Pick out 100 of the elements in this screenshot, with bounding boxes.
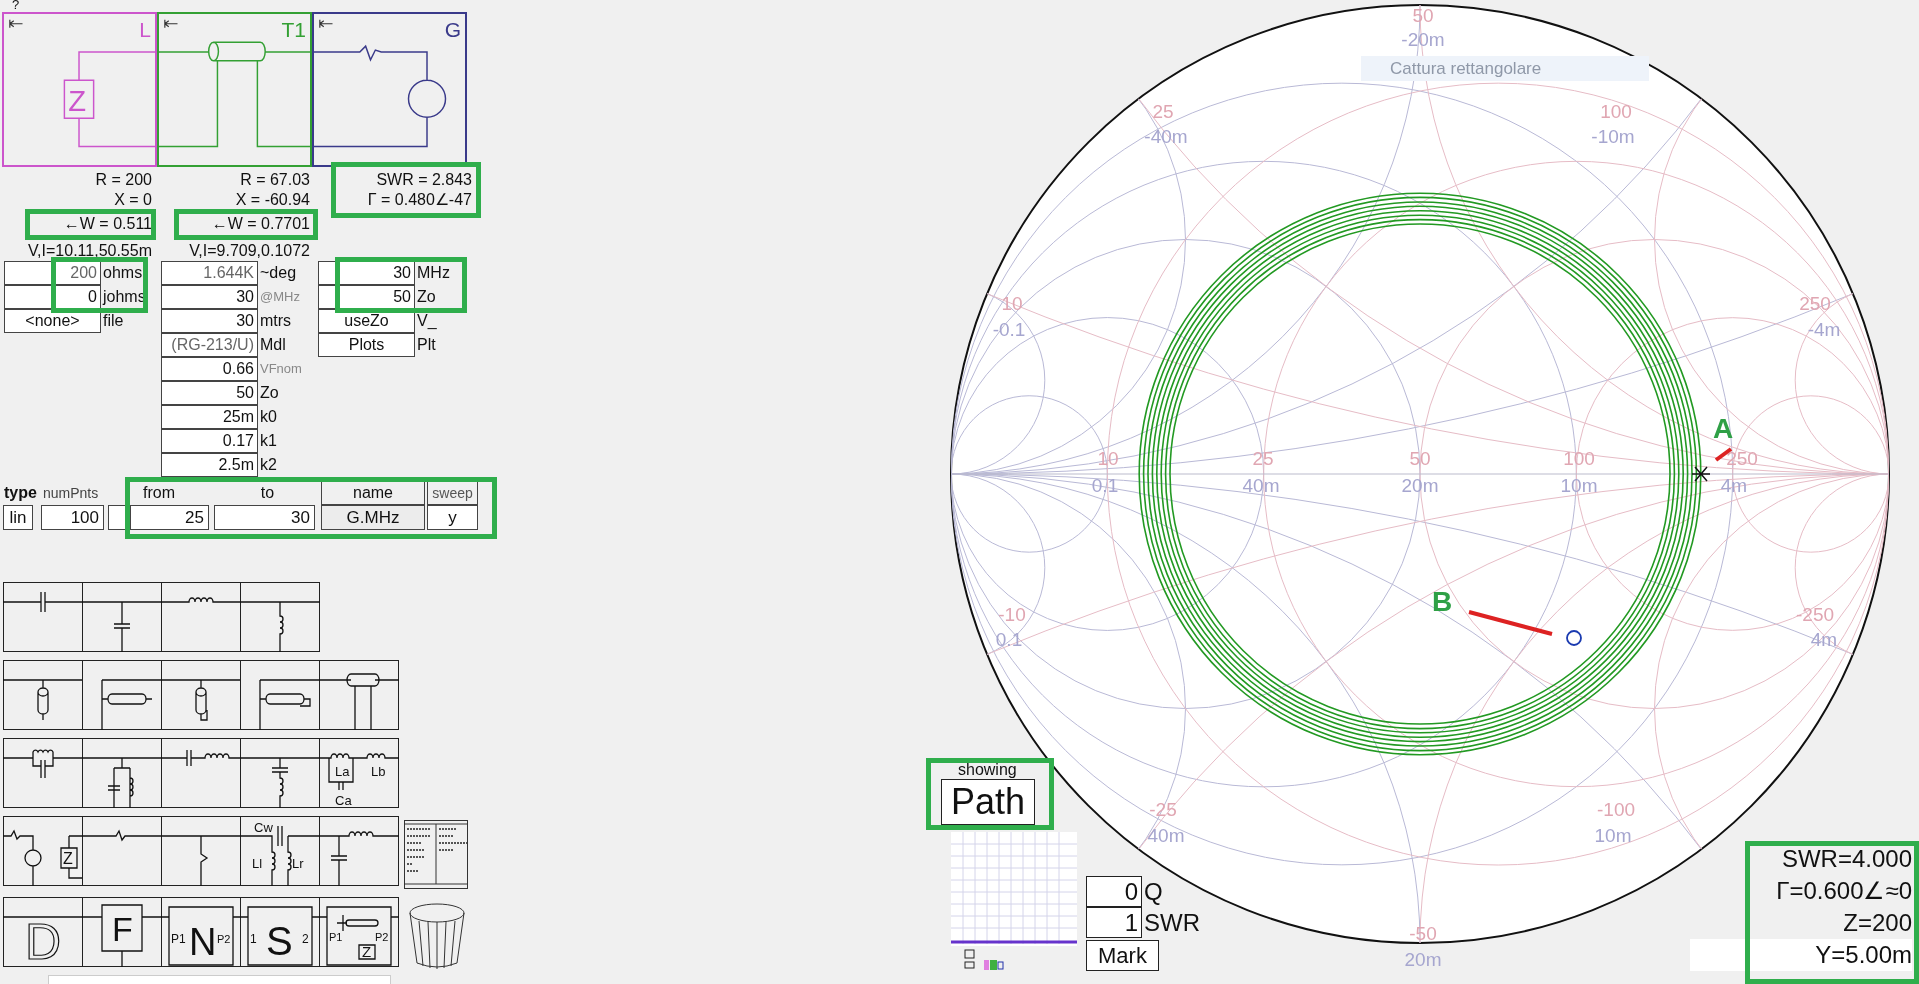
to-field[interactable]: 30 — [214, 505, 315, 530]
component-tile[interactable]: F — [82, 897, 162, 967]
type-field[interactable]: lin — [3, 505, 33, 530]
value-field[interactable]: 2.5m — [161, 453, 258, 477]
unit-label: VFnom — [259, 360, 303, 377]
component-tile[interactable] — [82, 660, 162, 730]
component-tile[interactable] — [240, 738, 320, 808]
from-label: from — [142, 484, 176, 501]
text-field[interactable] — [48, 975, 391, 984]
arrow-to-bar-icon[interactable] — [319, 19, 334, 29]
symbol-label: 1 — [250, 932, 257, 946]
value-field[interactable]: 0 — [4, 285, 101, 309]
block-label: L — [139, 18, 151, 42]
path-button[interactable]: Path — [941, 779, 1035, 825]
value-field[interactable]: (RG-213/U) — [161, 333, 258, 357]
circuit-block[interactable]: G — [312, 12, 467, 167]
value-field[interactable]: 50 — [318, 285, 415, 309]
name-field[interactable]: G.MHz — [321, 505, 425, 530]
component-tile[interactable] — [161, 738, 241, 808]
symbol-label: F — [112, 910, 133, 948]
component-tile[interactable] — [240, 660, 320, 730]
value-field[interactable]: 0 — [1086, 876, 1142, 907]
component-tile[interactable]: La Lb Ca — [319, 738, 399, 808]
symbol-label: Ca — [335, 793, 352, 808]
symbol-label: P2 — [217, 933, 231, 945]
unit-label: k0 — [259, 407, 278, 425]
component-tile[interactable] — [3, 660, 83, 730]
unit-label: file — [102, 311, 125, 329]
admittance-scale-label: 20m — [1404, 949, 1442, 970]
value-field[interactable]: 0.17 — [161, 429, 258, 453]
symbol-label: Z — [362, 943, 372, 960]
admittance-scale-label: 40m — [1242, 475, 1280, 496]
component-tile[interactable] — [3, 738, 83, 808]
admittance-scale-label: -40m — [1144, 126, 1188, 147]
component-tile[interactable]: 1 S 2 — [240, 897, 320, 967]
symbol-label: S — [266, 919, 293, 963]
impedance-scale-label: -10 — [998, 604, 1026, 625]
symbol-label: Lb — [371, 764, 386, 779]
impedance-scale-label: 10 — [1001, 293, 1023, 314]
symbol-label: Lr — [292, 856, 304, 871]
value-field[interactable]: 25m — [161, 405, 258, 429]
admittance-scale-label: -4m — [1807, 319, 1841, 340]
value-field[interactable]: 0.66 — [161, 357, 258, 381]
series-open-stub-symbol-drawing — [101, 679, 162, 730]
component-tile[interactable]: P1 P2 Z — [319, 897, 399, 967]
unit-label: MHz — [416, 263, 451, 281]
symbol-label: D — [25, 914, 62, 967]
value-field[interactable]: 50 — [161, 381, 258, 405]
symbol-label: 2 — [302, 932, 309, 946]
component-tile[interactable] — [161, 660, 241, 730]
component-tile[interactable]: Z — [3, 816, 83, 886]
symbol-label: La — [335, 764, 350, 779]
unit-label: @MHz — [259, 288, 301, 305]
component-tile[interactable] — [161, 582, 241, 652]
component-tile[interactable] — [319, 816, 399, 886]
component-tile[interactable] — [161, 816, 241, 886]
plot-thumbnail[interactable] — [951, 832, 1077, 946]
showing-label: showing — [958, 762, 1017, 778]
component-tile[interactable] — [82, 582, 162, 652]
cell-button[interactable]: <none> — [4, 309, 101, 333]
capture-tooltip-text: Cattura rettangolare — [1390, 59, 1542, 78]
start-marker — [1691, 466, 1711, 482]
component-tile[interactable] — [82, 816, 162, 886]
impedance-scale-label: -25 — [1149, 799, 1177, 820]
component-tile[interactable] — [240, 582, 320, 652]
num-points-field[interactable]: 100 — [41, 505, 104, 530]
unit-label: Plt — [416, 335, 437, 353]
symbol-label: N — [189, 921, 217, 963]
plot-controls-icon[interactable] — [964, 949, 1004, 971]
help-mark[interactable]: ? — [12, 0, 20, 10]
admittance-scale-label: 10m — [1560, 475, 1598, 496]
impedance-scale-label: -100 — [1597, 799, 1635, 820]
unit-label: SWR — [1143, 908, 1200, 938]
component-tile[interactable]: Cw Ll Lr — [240, 816, 320, 886]
component-tile[interactable] — [319, 660, 399, 730]
power-readout: ←W = 0.7701 — [211, 214, 310, 234]
value-field[interactable]: 1.644K — [161, 261, 258, 285]
value-field[interactable]: 1 — [1086, 907, 1142, 938]
result-readout: Γ=0.600∠≈0 — [1776, 876, 1912, 906]
admittance-scale-label: -0.1 — [992, 319, 1026, 340]
list-icon[interactable] — [404, 820, 468, 889]
end-marker — [1566, 630, 1582, 646]
component-tile[interactable] — [3, 582, 83, 652]
component-tile[interactable] — [82, 738, 162, 808]
annotation-letter: B — [1431, 586, 1453, 617]
sweep-field[interactable]: y — [427, 505, 478, 530]
value-field[interactable]: 30 — [161, 285, 258, 309]
value-field[interactable]: 30 — [161, 309, 258, 333]
unit-label: Zo — [416, 287, 437, 305]
arrow-to-bar-icon[interactable] — [9, 19, 24, 29]
from-field[interactable]: 25 — [130, 505, 209, 530]
readout-text: R = 200 — [95, 170, 152, 190]
arrow-to-bar-icon[interactable] — [164, 19, 179, 29]
readout-text: X = 0 — [114, 190, 152, 210]
mark-button[interactable]: Mark — [1086, 940, 1159, 971]
cell-button[interactable]: Plots — [318, 333, 415, 357]
admittance-scale-label: 40m — [1147, 825, 1185, 846]
trash-icon[interactable] — [409, 903, 465, 969]
unit-label: Zo — [259, 383, 280, 401]
value-field[interactable]: 200 — [4, 261, 101, 285]
